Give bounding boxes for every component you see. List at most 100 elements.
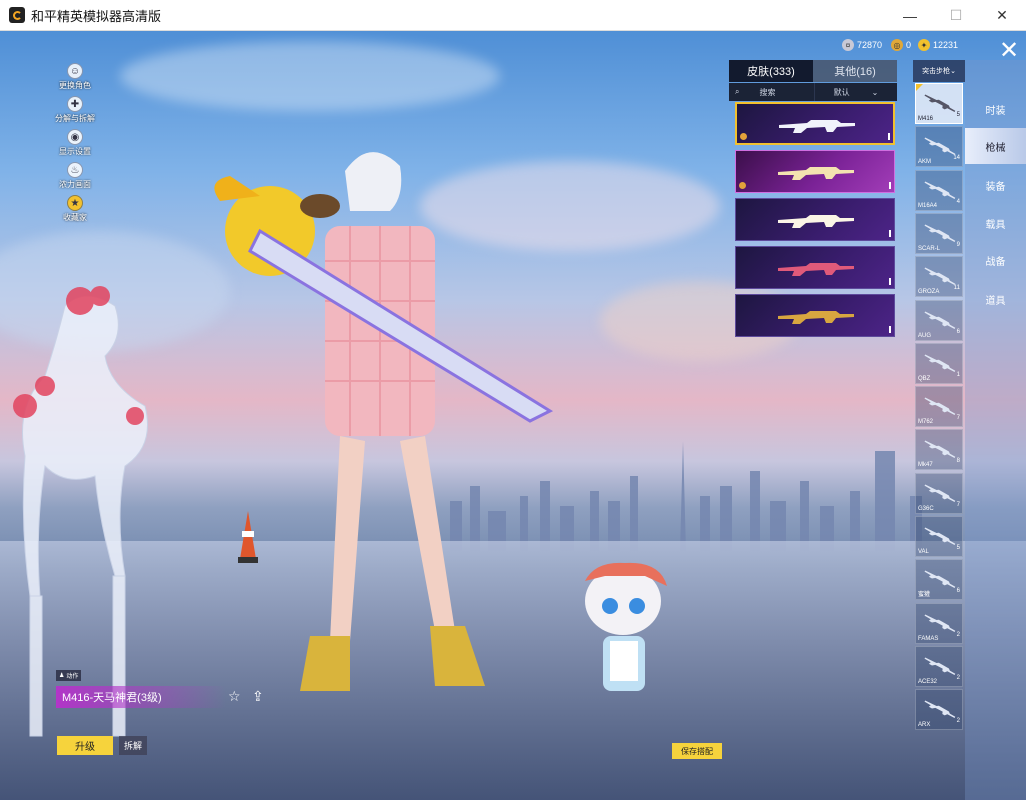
weapon-name: QBZ (918, 375, 931, 382)
item-name: M416-天马神君(3级) (56, 686, 226, 708)
weapon-list-item[interactable]: AKM 14 (915, 126, 963, 168)
ticket-icon: ✦ (918, 39, 930, 51)
weapon-name: Mk47 (918, 462, 933, 469)
weapon-list-item[interactable]: G36C 7 (915, 472, 963, 514)
item-tag: ♟ 动作 (56, 670, 82, 681)
skin-count: 5 (956, 545, 960, 551)
weapon-name: SCAR-L (918, 245, 941, 252)
weapon-list-item[interactable]: QBZ 1 (915, 342, 963, 384)
skin-card[interactable] (735, 294, 895, 337)
nav-weapons[interactable]: 枪械 (965, 128, 1026, 164)
category-nav: 时装 枪械 装备 载具 战备 道具 (965, 60, 1026, 800)
weapon-list-item[interactable]: M762 7 (915, 386, 963, 428)
upgrade-button[interactable]: 升级 (57, 736, 113, 755)
weapon-name: M16A4 (918, 202, 938, 209)
favorite-star-icon[interactable]: ☆ (228, 688, 241, 705)
maximize-button[interactable]: ☐ (933, 0, 979, 31)
chevron-down-icon: ⌄ (871, 87, 879, 97)
skin-count: 7 (956, 415, 960, 422)
save-outfit-button[interactable]: 保存搭配 (672, 743, 722, 759)
player-character (214, 152, 554, 691)
left-menu: ☺ 更换角色 ✚ 分解与拆解 ◉ 显示设置 ♨ 浓力画面 ★ 收藏家 (50, 63, 100, 228)
skin-count: 2 (956, 674, 960, 681)
level-marker (889, 278, 891, 285)
puzzle-icon: ✚ (67, 96, 83, 112)
rarity-gem-icon (739, 182, 746, 189)
skin-card[interactable] (735, 150, 895, 193)
weapon-name: GROZA (918, 289, 940, 296)
skin-count: 7 (956, 501, 960, 508)
weapon-list-item[interactable]: VAL 5 (915, 516, 963, 557)
weapon-category-select[interactable]: 突击步枪 ⌄ (913, 60, 965, 82)
weapon-list: 突击步枪 ⌄ M416 5 AKM 14 M16A4 4 SCAR-L 9 GROZA 11 AUG 6… (913, 60, 965, 800)
title-bar: 和平精英模拟器高清版 — ☐ ✕ (0, 0, 1026, 31)
weapon-name: M416 (918, 116, 934, 122)
currency-coins: ¤ 72870 (842, 39, 882, 51)
sort-dropdown[interactable]: 默认 ⌄ (815, 83, 897, 101)
left-menu-item-display-settings[interactable]: ◉ 显示设置 (50, 129, 100, 157)
left-menu-item-collector[interactable]: ★ 收藏家 (50, 195, 100, 223)
weapon-name: AUG (918, 332, 932, 339)
nav-fashion[interactable]: 时装 (965, 91, 1026, 127)
skin-card[interactable] (735, 246, 895, 289)
weapon-list-item[interactable]: GROZA 11 (915, 256, 963, 298)
weapon-list-item[interactable]: M416 5 (915, 83, 963, 124)
tab-skins[interactable]: 皮肤(333) (729, 60, 813, 82)
skin-search-input[interactable]: ⌕ 搜索 (729, 83, 815, 101)
skin-count: 2 (956, 631, 960, 638)
tab-other[interactable]: 其他(16) (813, 60, 897, 82)
close-window-button[interactable]: ✕ (979, 0, 1025, 31)
weapon-list-item[interactable]: AUG 6 (915, 299, 963, 341)
left-menu-item-change-character[interactable]: ☺ 更换角色 (50, 63, 100, 91)
skin-count: 9 (956, 241, 960, 248)
eye-icon: ◉ (67, 129, 83, 145)
skin-count: 5 (956, 112, 960, 118)
traffic-cone (238, 511, 258, 563)
weapon-name: 蜜獾 (918, 592, 931, 599)
nav-supplies[interactable]: 战备 (965, 242, 1026, 278)
rifle-icon (778, 215, 854, 228)
nav-equipment[interactable]: 装备 (965, 167, 1026, 203)
flame-icon: ♨ (67, 162, 83, 178)
minimize-button[interactable]: — (887, 0, 933, 31)
selected-corner (916, 84, 923, 91)
app-logo-icon (9, 7, 25, 23)
weapon-list-item[interactable]: FAMAS 2 (915, 602, 963, 644)
weapon-list-item[interactable]: ARX 2 (915, 689, 963, 731)
weapon-name: ACE32 (918, 678, 938, 685)
skin-card[interactable] (735, 198, 895, 241)
weapon-name: G36C (918, 505, 934, 512)
skin-count: 2 (956, 718, 960, 725)
share-icon[interactable]: ⇪ (252, 688, 264, 705)
skin-panel: 皮肤(333) 其他(16) ⌕ 搜索 默认 ⌄ (729, 60, 897, 366)
dismantle-button[interactable]: 拆解 (119, 736, 147, 755)
skin-count: 4 (956, 198, 960, 205)
rifle-icon (779, 120, 855, 133)
weapon-list-item[interactable]: ACE32 2 (915, 645, 963, 687)
nav-items[interactable]: 道具 (965, 281, 1026, 317)
level-marker (889, 182, 891, 189)
action-icon: ♟ (59, 673, 65, 679)
level-marker (889, 326, 891, 333)
weapon-list-item[interactable]: Mk47 8 (915, 429, 963, 471)
currency-tickets: ✦ 12231 (918, 39, 958, 51)
weapon-name: ARX (918, 722, 931, 729)
rifle-icon (778, 167, 854, 180)
weapon-list-item[interactable]: M16A4 4 (915, 169, 963, 211)
rarity-gem-icon (740, 133, 747, 140)
nav-vehicles[interactable]: 载具 (965, 205, 1026, 241)
skin-card[interactable] (735, 102, 895, 145)
skin-count: 14 (953, 155, 960, 162)
left-menu-item-dismantle[interactable]: ✚ 分解与拆解 (50, 96, 100, 124)
companion-pet (585, 562, 667, 691)
medal-icon: ★ (67, 195, 83, 211)
weapon-list-item[interactable]: SCAR-L 9 (915, 212, 963, 254)
rifle-icon (778, 311, 854, 324)
weapon-name: M762 (918, 419, 934, 426)
person-icon: ☺ (67, 63, 83, 79)
weapon-list-item[interactable]: 蜜獾 6 (915, 559, 963, 601)
token-icon: ◎ (891, 39, 903, 51)
left-menu-item-graphics[interactable]: ♨ 浓力画面 (50, 162, 100, 190)
skin-count: 8 (956, 458, 960, 465)
skin-count: 6 (956, 588, 960, 595)
